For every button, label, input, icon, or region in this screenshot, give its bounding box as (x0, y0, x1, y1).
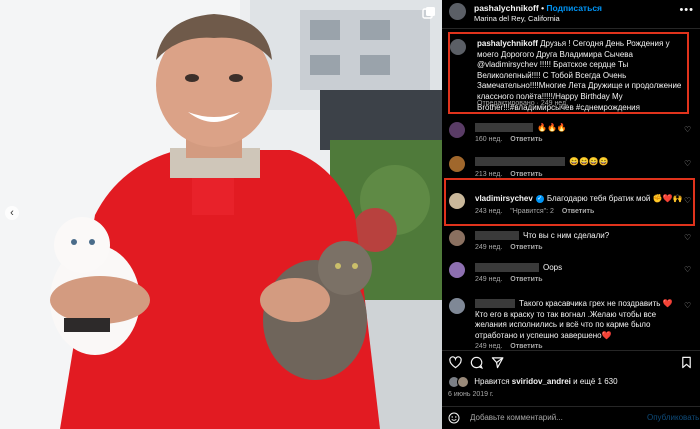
more-horizontal-icon[interactable]: ••• (679, 4, 694, 16)
comment-composer: Добавьте комментарий... Опубликовать (442, 406, 700, 429)
author-avatar[interactable] (449, 3, 466, 20)
commenter-avatar[interactable] (449, 298, 465, 314)
reply-button[interactable]: Ответить (510, 244, 542, 251)
carousel-icon (422, 7, 435, 19)
like-comment-heart-icon[interactable]: ♡ (684, 160, 692, 168)
share-icon[interactable] (491, 356, 504, 369)
reply-button[interactable]: Ответить (510, 171, 542, 178)
author-username[interactable]: pashalychnikoff (474, 3, 539, 13)
comment-text: Oops (543, 263, 563, 272)
caption-username[interactable]: pashalychnikoff (477, 39, 538, 48)
follow-button[interactable]: Подписаться (546, 3, 602, 13)
comment-icon[interactable] (470, 356, 483, 369)
commenter-username-redacted[interactable] (475, 123, 533, 133)
comment-time[interactable]: 249 нед. (475, 244, 502, 251)
commenter-username-redacted[interactable] (475, 231, 519, 241)
post-date[interactable]: 6 июнь 2019 г. (448, 391, 494, 398)
comment-text: 🔥🔥🔥 (537, 123, 567, 132)
post-photo[interactable]: ‹ (0, 0, 442, 429)
commenter-username-redacted[interactable] (475, 157, 565, 167)
comment-time[interactable]: 213 нед. (475, 171, 502, 178)
photo-illustration (0, 0, 442, 429)
comment-time[interactable]: 249 нед. (475, 343, 502, 350)
like-comment-heart-icon[interactable]: ♡ (684, 266, 692, 274)
reply-button[interactable]: Ответить (510, 136, 542, 143)
comment-text: Что вы с ним сделали? (523, 231, 610, 240)
comment-time[interactable]: 249 нед. (475, 276, 502, 283)
comment-time[interactable]: 160 нед. (475, 136, 502, 143)
reply-highlight-box (444, 178, 695, 226)
like-comment-heart-icon[interactable]: ♡ (684, 234, 692, 242)
commenter-username-redacted[interactable] (475, 299, 515, 309)
reply-button[interactable]: Ответить (510, 276, 542, 283)
commenter-avatar[interactable] (449, 122, 465, 138)
heart-icon[interactable] (449, 356, 462, 369)
commenter-username-redacted[interactable] (475, 263, 539, 273)
comment-text: 😄😄😄😄 (569, 157, 609, 166)
post-actions-bar (442, 350, 700, 373)
commenter-avatar[interactable] (449, 156, 465, 172)
previous-photo-button[interactable]: ‹ (5, 206, 19, 220)
post-location[interactable]: Marina del Rey, California (474, 14, 560, 23)
likes-summary[interactable]: Нравится sviridov_andrei и ещё 1 630 (448, 376, 618, 388)
like-comment-heart-icon[interactable]: ♡ (684, 302, 692, 310)
post-header: pashalychnikoff • Подписаться Marina del… (442, 0, 700, 29)
likes-count[interactable]: и ещё 1 630 (571, 377, 617, 386)
commenter-avatar[interactable] (449, 230, 465, 246)
liker-username[interactable]: sviridov_andrei (512, 377, 571, 386)
bookmark-icon[interactable] (680, 356, 693, 369)
reply-button[interactable]: Ответить (510, 343, 542, 350)
liker-avatar (457, 376, 469, 388)
likes-prefix: Нравится (474, 377, 512, 387)
like-comment-heart-icon[interactable]: ♡ (684, 126, 692, 134)
caption-meta: Отредактировано · 249 нед. (477, 100, 569, 107)
comment-input[interactable]: Добавьте комментарий... (470, 413, 563, 422)
publish-button[interactable]: Опубликовать (647, 413, 699, 422)
commenter-avatar[interactable] (449, 262, 465, 278)
emoji-icon[interactable] (448, 412, 460, 424)
